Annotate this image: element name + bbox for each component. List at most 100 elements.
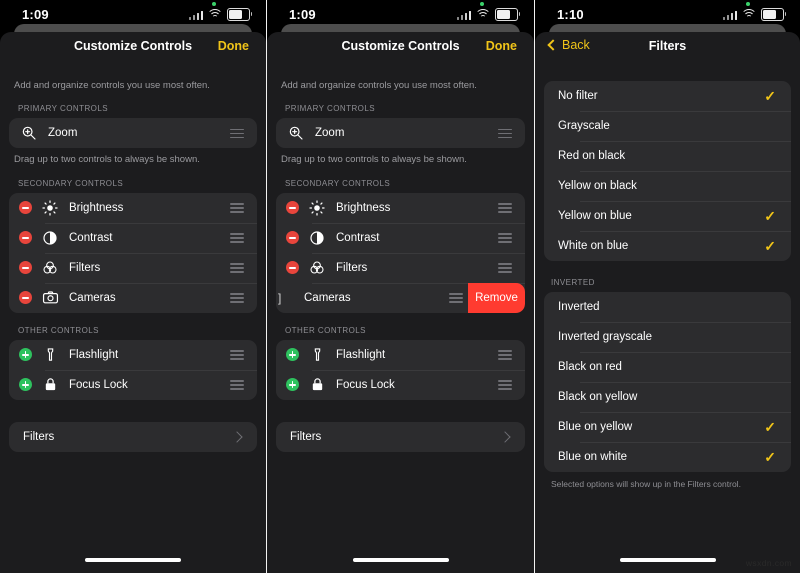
- control-label: Brightness: [69, 201, 124, 214]
- section-header-inverted: INVERTED: [551, 278, 595, 287]
- status-bar-time: 1:10: [557, 7, 584, 22]
- remove-badge-icon[interactable]: [19, 261, 32, 275]
- chevron-right-icon: [499, 431, 511, 443]
- modal-sheet: Customize Controls Done Add and organize…: [0, 32, 266, 573]
- battery-icon: [495, 8, 521, 21]
- modal-sheet: Customize Controls Done Add and organize…: [267, 32, 534, 573]
- control-row-flashlight[interactable]: Flashlight: [9, 340, 257, 370]
- drag-handle-icon[interactable]: [498, 349, 512, 360]
- remove-badge-icon[interactable]: [286, 201, 299, 215]
- navigation-bar: Customize Controls Done: [0, 32, 266, 61]
- drag-handle-icon[interactable]: [230, 379, 244, 390]
- primary-controls-hint: Drag up to two controls to always be sho…: [14, 154, 200, 166]
- drag-handle-icon[interactable]: [498, 232, 512, 243]
- filter-option-row[interactable]: Blue on yellow ✓: [544, 412, 791, 442]
- secondary-controls-card: Brightness Contrast Filters: [276, 192, 525, 313]
- cellular-signal-icon: [456, 10, 471, 20]
- control-label: Filters: [336, 261, 368, 274]
- remove-badge-icon[interactable]: [19, 201, 32, 215]
- filters-disclosure-row[interactable]: Filters: [9, 422, 257, 452]
- control-row-zoom[interactable]: Zoom: [276, 118, 525, 148]
- filter-option-row[interactable]: Yellow on black ✓: [544, 171, 791, 201]
- filters-icon: [40, 258, 60, 278]
- control-row-zoom[interactable]: Zoom: [9, 118, 257, 148]
- filter-option-label: Blue on white: [558, 451, 628, 463]
- filters-disclosure-row[interactable]: Filters: [276, 422, 525, 452]
- brightness-icon: [307, 198, 327, 218]
- home-indicator[interactable]: [85, 558, 181, 562]
- control-row-filters[interactable]: Filters: [276, 252, 525, 283]
- remove-badge-icon[interactable]: [19, 231, 32, 245]
- home-indicator[interactable]: [352, 558, 449, 562]
- control-row-brightness[interactable]: Brightness: [9, 193, 257, 223]
- drag-handle-icon[interactable]: [498, 128, 512, 139]
- drag-handle-icon[interactable]: [230, 292, 244, 303]
- filter-option-row[interactable]: No filter ✓: [544, 81, 791, 111]
- filter-option-row[interactable]: White on blue ✓: [544, 231, 791, 261]
- drag-handle-icon[interactable]: [230, 349, 244, 360]
- sheet-description: Add and organize controls you use most o…: [14, 80, 210, 91]
- done-button[interactable]: Done: [218, 39, 249, 53]
- other-controls-card: Flashlight Focus Lock: [9, 339, 257, 400]
- navigation-bar: Customize Controls Done: [267, 32, 534, 61]
- control-row-contrast[interactable]: Contrast: [276, 222, 525, 253]
- add-badge-icon[interactable]: [19, 348, 32, 362]
- drag-handle-icon[interactable]: [449, 292, 463, 303]
- remove-button[interactable]: Remove: [468, 282, 525, 313]
- drag-handle-icon[interactable]: [230, 202, 244, 213]
- filters-link-label: Filters: [23, 430, 55, 443]
- control-label: Flashlight: [336, 348, 386, 361]
- control-row-cameras-swiped[interactable]: ] Cameras Remove: [276, 282, 525, 313]
- control-row-filters[interactable]: Filters: [9, 252, 257, 283]
- drag-handle-icon[interactable]: [230, 128, 244, 139]
- section-header-other: OTHER CONTROLS: [285, 325, 366, 335]
- drag-handle-icon[interactable]: [498, 202, 512, 213]
- primary-controls-card: Zoom: [276, 118, 525, 149]
- add-badge-icon[interactable]: [19, 378, 32, 392]
- add-badge-icon[interactable]: [286, 348, 299, 362]
- section-header-primary: PRIMARY CONTROLS: [285, 104, 376, 114]
- add-badge-icon[interactable]: [286, 378, 299, 392]
- filters-link-card: Filters: [276, 421, 525, 452]
- control-row-focus-lock[interactable]: Focus Lock: [276, 369, 525, 400]
- home-indicator[interactable]: [619, 558, 716, 562]
- wifi-icon: [475, 9, 491, 20]
- control-row-flashlight[interactable]: Flashlight: [276, 340, 525, 370]
- filter-option-row[interactable]: Black on yellow ✓: [544, 382, 791, 412]
- done-button[interactable]: Done: [486, 39, 517, 53]
- filter-option-row[interactable]: Grayscale ✓: [544, 111, 791, 141]
- drag-handle-icon[interactable]: [498, 379, 512, 390]
- filter-option-label: No filter: [558, 90, 598, 102]
- filter-option-label: Grayscale: [558, 120, 610, 132]
- section-header-other: OTHER CONTROLS: [18, 325, 99, 335]
- page-title: Filters: [648, 39, 687, 53]
- remove-badge-icon[interactable]: [286, 261, 299, 275]
- checkmark-icon: ✓: [764, 208, 776, 224]
- filters-link-label: Filters: [290, 430, 322, 443]
- control-row-focus-lock[interactable]: Focus Lock: [9, 369, 257, 400]
- control-row-brightness[interactable]: Brightness: [276, 193, 525, 223]
- brightness-icon: [40, 198, 60, 218]
- drag-handle-icon[interactable]: [498, 262, 512, 273]
- filter-option-row[interactable]: Yellow on blue ✓: [544, 201, 791, 231]
- filters-link-card: Filters: [9, 421, 257, 452]
- remove-badge-icon[interactable]: [286, 231, 299, 245]
- filter-option-row[interactable]: Blue on white ✓: [544, 442, 791, 472]
- filter-option-row[interactable]: Red on black ✓: [544, 141, 791, 171]
- control-row-cameras[interactable]: Cameras: [9, 282, 257, 313]
- drag-handle-icon[interactable]: [230, 262, 244, 273]
- status-bar-icons: [722, 8, 787, 21]
- camera-icon: [40, 288, 60, 308]
- modal-sheet: Back Filters No filter ✓ Grayscale ✓ Red…: [535, 32, 800, 573]
- filter-option-row[interactable]: Inverted grayscale ✓: [544, 322, 791, 352]
- drag-handle-icon[interactable]: [230, 232, 244, 243]
- filter-option-row[interactable]: Inverted ✓: [544, 292, 791, 322]
- remove-badge-icon[interactable]: [19, 291, 32, 305]
- status-bar-icons: [456, 8, 521, 21]
- contrast-icon: [307, 228, 327, 248]
- control-row-contrast[interactable]: Contrast: [9, 222, 257, 253]
- filter-option-row[interactable]: Black on red ✓: [544, 352, 791, 382]
